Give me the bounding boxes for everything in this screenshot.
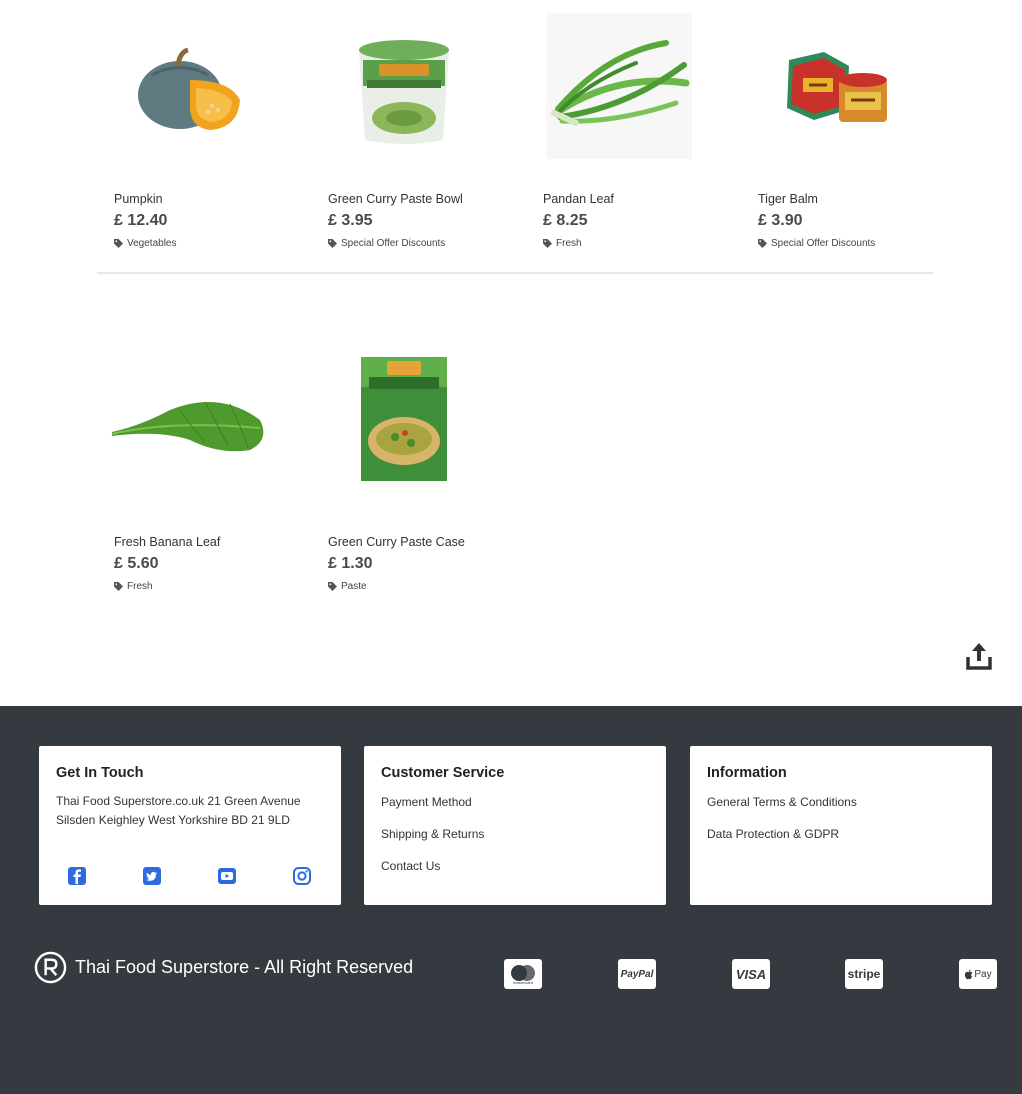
- product-tag[interactable]: Special Offer Discounts: [328, 238, 445, 249]
- product-name[interactable]: Fresh Banana Leaf: [114, 535, 220, 549]
- visa-label: VISA: [735, 966, 767, 982]
- apple-pay-label: Pay: [974, 968, 992, 980]
- product-image-tiger-balm[interactable]: [744, 0, 924, 180]
- customer-service-card: Customer Service Payment Method Shipping…: [364, 746, 666, 905]
- instagram-icon[interactable]: [292, 866, 312, 886]
- get-in-touch-title: Get In Touch: [56, 765, 144, 781]
- product-tag-label: Paste: [341, 581, 367, 592]
- product-tag[interactable]: Fresh: [543, 238, 582, 249]
- product-name[interactable]: Green Curry Paste Bowl: [328, 192, 463, 206]
- product-tag-label: Fresh: [127, 581, 153, 592]
- mastercard-label: mastercard: [513, 980, 533, 985]
- product-image-pandan-leaf[interactable]: [529, 0, 709, 180]
- product-image-pumpkin[interactable]: [100, 0, 280, 180]
- product-tag[interactable]: Vegetables: [114, 238, 177, 249]
- copyright-text: Thai Food Superstore - All Right Reserve…: [75, 957, 414, 977]
- product-price: £ 3.90: [758, 212, 803, 229]
- product-price: £ 1.30: [328, 555, 373, 572]
- stripe-label: stripe: [847, 967, 881, 981]
- paypal-badge: PayPal: [618, 959, 656, 989]
- stripe-badge: stripe: [845, 959, 883, 989]
- shipping-returns-link[interactable]: Shipping & Returns: [381, 827, 484, 841]
- product-tag-label: Special Offer Discounts: [341, 238, 446, 249]
- product-grid: Pumpkin £ 12.40 Vegetables Green Curry P…: [0, 0, 1022, 706]
- tag-icon: [543, 239, 552, 248]
- paypal-label: PayPal: [620, 968, 654, 980]
- product-image-curry-paste-box[interactable]: [314, 330, 494, 510]
- product-name[interactable]: Pandan Leaf: [543, 192, 614, 206]
- customer-service-title: Customer Service: [381, 765, 505, 781]
- product-image-curry-paste-tub[interactable]: [314, 0, 494, 180]
- product-price: £ 3.95: [328, 212, 373, 229]
- visa-badge: VISA: [732, 959, 770, 989]
- share-icon: [966, 643, 992, 670]
- tag-icon: [758, 239, 767, 248]
- tag-icon: [328, 239, 337, 248]
- twitter-icon[interactable]: [142, 866, 162, 886]
- product-image-banana-leaf[interactable]: [100, 330, 280, 510]
- row-divider: [97, 272, 933, 274]
- product-tag-label: Fresh: [556, 238, 582, 249]
- product-name[interactable]: Pumpkin: [114, 192, 163, 206]
- address-line-1: Thai Food Superstore.co.uk 21 Green Aven…: [56, 794, 301, 808]
- share-button[interactable]: [963, 640, 995, 672]
- apple-pay-badge: Pay: [959, 959, 997, 989]
- terms-conditions-link[interactable]: General Terms & Conditions: [707, 795, 857, 809]
- tag-icon: [114, 582, 123, 591]
- address-line-2: Silsden Keighley West Yorkshire BD 21 9L…: [56, 813, 290, 827]
- product-tag-label: Vegetables: [127, 238, 177, 249]
- tag-icon: [114, 239, 123, 248]
- facebook-icon[interactable]: [67, 866, 87, 886]
- product-price: £ 5.60: [114, 555, 159, 572]
- information-title: Information: [707, 765, 787, 781]
- product-name[interactable]: Tiger Balm: [758, 192, 818, 206]
- information-card: Information General Terms & Conditions D…: [690, 746, 992, 905]
- tag-icon: [328, 582, 337, 591]
- get-in-touch-card: Get In Touch Thai Food Superstore.co.uk …: [39, 746, 341, 905]
- product-price: £ 8.25: [543, 212, 588, 229]
- site-footer: Get In Touch Thai Food Superstore.co.uk …: [0, 706, 1022, 1094]
- mastercard-badge: mastercard: [504, 959, 542, 989]
- registered-icon: [34, 951, 67, 984]
- apple-icon: [965, 969, 973, 979]
- product-tag[interactable]: Paste: [328, 581, 367, 592]
- contact-us-link[interactable]: Contact Us: [381, 859, 440, 873]
- product-name[interactable]: Green Curry Paste Case: [328, 535, 465, 549]
- product-price: £ 12.40: [114, 212, 168, 229]
- product-tag-label: Special Offer Discounts: [771, 238, 876, 249]
- payment-method-link[interactable]: Payment Method: [381, 795, 472, 809]
- youtube-icon[interactable]: [217, 866, 237, 886]
- data-protection-link[interactable]: Data Protection & GDPR: [707, 827, 839, 841]
- mastercard-icon: mastercard: [511, 965, 535, 985]
- product-tag[interactable]: Special Offer Discounts: [758, 238, 875, 249]
- copyright: Thai Food Superstore - All Right Reserve…: [34, 951, 413, 984]
- product-tag[interactable]: Fresh: [114, 581, 153, 592]
